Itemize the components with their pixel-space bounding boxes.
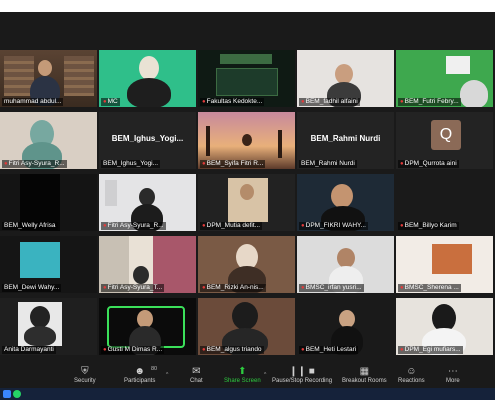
participant-name: ●DPM_Egi mufiars... xyxy=(398,346,463,354)
share-caret-icon[interactable]: ^ xyxy=(264,372,266,378)
mic-muted-icon: ● xyxy=(301,347,305,353)
participant-tile[interactable]: ●Fakultas Kedokte... xyxy=(198,50,295,107)
participant-name: ●DPM_Mutia defit... xyxy=(200,222,263,230)
participant-tile[interactable]: ●Fitri Asy-Syura_R... xyxy=(99,174,196,231)
shield-icon: ⛨ xyxy=(81,366,89,377)
participant-name: ●BEM_algus triando xyxy=(200,346,264,354)
participant-tile[interactable]: Anita Darmayanti xyxy=(0,298,97,355)
breakout-grid-icon: ▦ xyxy=(359,366,370,377)
mic-muted-icon: ● xyxy=(400,223,404,229)
mic-muted-icon: ● xyxy=(301,285,305,291)
participant-tile[interactable]: muhammad abdul... xyxy=(0,50,97,107)
participant-name: BEM_Welly Afrisa xyxy=(2,222,58,230)
more-button[interactable]: ⋯ More xyxy=(446,366,460,384)
participant-tile[interactable]: ●Fitri Asy-Syura_T... xyxy=(99,236,196,293)
mic-muted-icon: ● xyxy=(400,99,404,105)
record-button[interactable]: ❙❙ ■ Pause/Stop Recording xyxy=(272,366,332,384)
chat-bubble-icon: ✉ xyxy=(192,366,201,377)
participant-tile[interactable]: BEM_Dewi Wahy... xyxy=(0,236,97,293)
participant-name: ●BMSC_Sherena ... xyxy=(398,284,461,292)
chat-button[interactable]: ✉ Chat xyxy=(190,366,203,384)
more-dots-icon: ⋯ xyxy=(447,366,458,377)
participant-name: ●Fitri Asy-Syura_T... xyxy=(101,284,165,292)
mic-muted-icon: ● xyxy=(103,347,107,353)
participant-name-display: BEM_Rahmi Nurdi xyxy=(310,134,381,143)
share-screen-icon: ⬆ xyxy=(238,366,247,377)
participant-name: BEM_Rahmi Nurdi xyxy=(299,160,357,168)
mic-muted-icon: ● xyxy=(400,347,404,353)
participant-tile[interactable]: ●Gusti M Dimas R... xyxy=(99,298,196,355)
participant-name: ●Fakultas Kedokte... xyxy=(200,98,265,106)
participant-name: ●BEM_Heti Lestari xyxy=(299,346,359,354)
participants-count: 80 xyxy=(151,366,158,372)
participant-name: BEM_Dewi Wahy... xyxy=(2,284,62,292)
zoom-meeting-window: muhammad abdul... ●MC ●Fakultas Kedokte.… xyxy=(0,12,495,400)
participant-name: ●MC xyxy=(101,98,120,106)
participant-name: ●Gusti M Dimas R... xyxy=(101,346,165,354)
participant-name: ●BEM_fadhil alfaini xyxy=(299,98,360,106)
participant-tile[interactable]: BEM_Welly Afrisa xyxy=(0,174,97,231)
participant-tile[interactable]: ●MC xyxy=(99,50,196,107)
participants-caret-icon[interactable]: ^ xyxy=(166,372,168,378)
participant-tile[interactable]: ●BEM_Heti Lestari xyxy=(297,298,394,355)
participant-name: ●Fitri Asy-Syura_R... xyxy=(101,222,166,230)
mic-muted-icon: ● xyxy=(4,161,8,167)
participant-name: ●BEM_Rizki An-nis... xyxy=(200,284,266,292)
breakout-rooms-button[interactable]: ▦ Breakout Rooms xyxy=(342,366,387,384)
participant-avatar: Q xyxy=(431,120,461,150)
participant-tile[interactable]: ●BMSC_irfan yusri... xyxy=(297,236,394,293)
participant-name: ●BEM_Syifa Fitri R... xyxy=(200,160,266,168)
participant-tile[interactable]: ●BEM_Billyo Karim xyxy=(396,174,493,231)
participant-name: BEM_Ighus_Yogi... xyxy=(101,160,161,168)
mic-muted-icon: ● xyxy=(301,99,305,105)
pause-stop-icon: ❙❙ ■ xyxy=(289,366,315,377)
mic-muted-icon: ● xyxy=(103,285,107,291)
share-screen-button[interactable]: ⬆ Share Screen xyxy=(224,366,261,384)
gallery-view: muhammad abdul... ●MC ●Fakultas Kedokte.… xyxy=(0,50,495,360)
participant-tile[interactable]: ●DPM_FIKRI WAHY... xyxy=(297,174,394,231)
participant-tile[interactable]: ●DPM_Mutia defit... xyxy=(198,174,295,231)
participant-tile[interactable]: ●BMSC_Sherena ... xyxy=(396,236,493,293)
participant-name: ●Fitri Asy-Syura_R... xyxy=(2,160,67,168)
participant-tile[interactable]: ●DPM_Egi mufiars... xyxy=(396,298,493,355)
mic-muted-icon: ● xyxy=(400,285,404,291)
security-button[interactable]: ⛨ Security xyxy=(74,366,96,384)
participant-name: muhammad abdul... xyxy=(2,98,64,106)
participant-name: ●DPM_FIKRI WAHY... xyxy=(299,222,368,230)
participant-tile[interactable]: ●BEM_Syifa Fitri R... xyxy=(198,112,295,169)
participant-tile[interactable]: ●BEM_Futri Febry... xyxy=(396,50,493,107)
participant-name: ●DPM_Qurrota aini xyxy=(398,160,459,168)
mic-muted-icon: ● xyxy=(301,223,305,229)
mic-muted-icon: ● xyxy=(202,285,206,291)
mic-muted-icon: ● xyxy=(202,347,206,353)
participant-name: ●BEM_Futri Febry... xyxy=(398,98,461,106)
mic-muted-icon: ● xyxy=(202,99,206,105)
mic-muted-icon: ● xyxy=(202,161,206,167)
whatsapp-icon[interactable] xyxy=(13,390,21,398)
participant-tile[interactable]: ●BEM_fadhil alfaini xyxy=(297,50,394,107)
reactions-button[interactable]: ☺ Reactions xyxy=(398,366,425,384)
os-taskbar xyxy=(0,388,495,400)
mic-muted-icon: ● xyxy=(202,223,206,229)
participant-tile[interactable]: BEM_Ighus_Yogi... BEM_Ighus_Yogi... xyxy=(99,112,196,169)
participants-button[interactable]: ☻ 80 Participants xyxy=(124,366,158,384)
participant-name: ●BMSC_irfan yusri... xyxy=(299,284,364,292)
smiley-plus-icon: ☺ xyxy=(406,366,417,377)
participant-tile[interactable]: BEM_Rahmi Nurdi BEM_Rahmi Nurdi xyxy=(297,112,394,169)
mic-muted-icon: ● xyxy=(103,99,107,105)
participant-tile[interactable]: ●Fitri Asy-Syura_R... xyxy=(0,112,97,169)
participant-name-display: BEM_Ighus_Yogi... xyxy=(111,134,184,143)
app-icon[interactable] xyxy=(3,390,11,398)
participant-tile[interactable]: ●BEM_algus triando xyxy=(198,298,295,355)
participant-name: ●BEM_Billyo Karim xyxy=(398,222,459,230)
participant-tile[interactable]: ●BEM_Rizki An-nis... xyxy=(198,236,295,293)
mic-muted-icon: ● xyxy=(400,161,404,167)
participant-name: Anita Darmayanti xyxy=(2,346,56,354)
mic-muted-icon: ● xyxy=(103,223,107,229)
participant-tile[interactable]: Q ●DPM_Qurrota aini xyxy=(396,112,493,169)
